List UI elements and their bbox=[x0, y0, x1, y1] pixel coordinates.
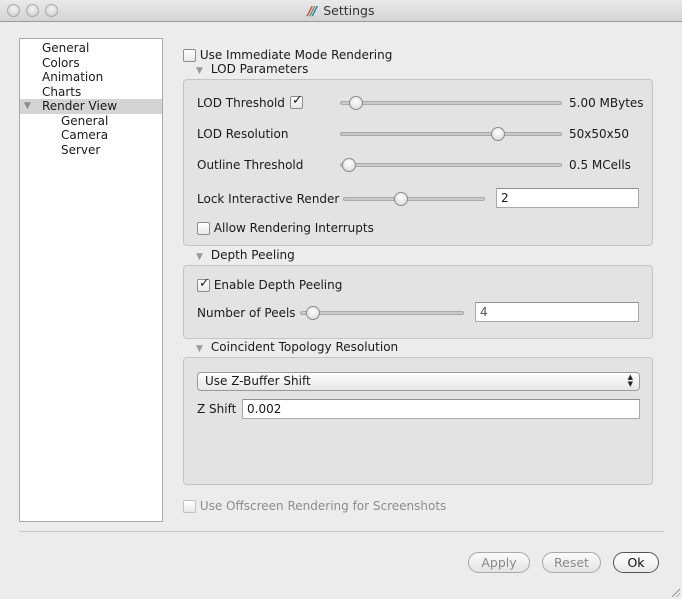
tree-item-server[interactable]: Server bbox=[20, 143, 162, 158]
coincident-topology-group: Use Z-Buffer Shift ▲ ▼ Z Shift 0.002 bbox=[183, 357, 653, 485]
outline-threshold-label: Outline Threshold bbox=[197, 158, 304, 172]
coincident-mode-value: Use Z-Buffer Shift bbox=[205, 374, 311, 388]
allow-interrupts-checkbox[interactable] bbox=[197, 222, 210, 235]
lod-resolution-slider[interactable] bbox=[340, 127, 562, 141]
immediate-mode-option[interactable]: Use Immediate Mode Rendering bbox=[183, 48, 392, 62]
expand-arrow-icon[interactable]: ▼ bbox=[24, 99, 31, 114]
tree-item-animation[interactable]: Animation bbox=[20, 70, 162, 85]
lock-interactive-slider[interactable] bbox=[343, 192, 485, 206]
tree-item-camera[interactable]: Camera bbox=[20, 128, 162, 143]
lock-interactive-label: Lock Interactive Render bbox=[197, 192, 340, 206]
lod-resolution-label: LOD Resolution bbox=[197, 127, 289, 141]
depth-peeling-group: Enable Depth Peeling Number of Peels 4 bbox=[183, 265, 653, 339]
offscreen-rendering-label: Use Offscreen Rendering for Screenshots bbox=[199, 499, 447, 513]
coincident-mode-dropdown[interactable]: Use Z-Buffer Shift ▲ ▼ bbox=[197, 372, 640, 391]
depth-peeling-section-header[interactable]: ▼ Depth Peeling bbox=[196, 248, 295, 262]
up-down-arrows-icon: ▲ ▼ bbox=[627, 373, 633, 388]
coincident-topology-section-header[interactable]: ▼ Coincident Topology Resolution bbox=[196, 340, 398, 354]
slider-thumb[interactable] bbox=[394, 192, 409, 206]
slider-thumb[interactable] bbox=[348, 96, 363, 110]
number-of-peels-input[interactable]: 4 bbox=[475, 302, 639, 322]
footer-separator bbox=[19, 531, 664, 532]
z-shift-label: Z Shift bbox=[197, 402, 237, 416]
tree-item-general[interactable]: General bbox=[20, 41, 162, 56]
window-title: /// Settings bbox=[0, 3, 682, 18]
enable-depth-peeling-option[interactable]: Enable Depth Peeling bbox=[197, 276, 343, 292]
lod-threshold-value: 5.00 MBytes bbox=[569, 96, 644, 110]
number-of-peels-label: Number of Peels bbox=[197, 306, 296, 320]
settings-category-tree[interactable]: General Colors Animation Charts ▼ Render… bbox=[19, 38, 163, 522]
collapse-arrow-icon: ▼ bbox=[196, 344, 203, 354]
offscreen-rendering-checkbox[interactable] bbox=[183, 500, 196, 513]
offscreen-rendering-option[interactable]: Use Offscreen Rendering for Screenshots bbox=[183, 499, 446, 513]
allow-interrupts-option[interactable]: Allow Rendering Interrupts bbox=[197, 221, 374, 235]
slider-thumb[interactable] bbox=[341, 158, 356, 172]
enable-depth-peeling-checkbox[interactable] bbox=[197, 276, 210, 292]
collapse-arrow-icon: ▼ bbox=[196, 66, 203, 76]
slider-thumb[interactable] bbox=[490, 127, 505, 141]
apply-button[interactable]: Apply bbox=[468, 552, 530, 573]
paraview-logo-icon: /// bbox=[307, 3, 317, 18]
lod-threshold-label: LOD Threshold bbox=[197, 96, 285, 110]
tree-item-colors[interactable]: Colors bbox=[20, 56, 162, 71]
immediate-mode-label: Use Immediate Mode Rendering bbox=[199, 48, 393, 62]
tree-item-render-view-general[interactable]: General bbox=[20, 114, 162, 129]
outline-threshold-slider[interactable] bbox=[340, 158, 562, 172]
slider-thumb[interactable] bbox=[306, 306, 321, 320]
outline-threshold-value: 0.5 MCells bbox=[569, 158, 631, 172]
collapse-arrow-icon: ▼ bbox=[196, 252, 203, 262]
lod-threshold-checkbox[interactable] bbox=[290, 93, 303, 109]
lod-threshold-slider[interactable] bbox=[340, 96, 562, 110]
lod-parameters-group: LOD Threshold 5.00 MBytes LOD Resolution… bbox=[183, 79, 653, 246]
z-shift-input[interactable]: 0.002 bbox=[242, 399, 640, 419]
number-of-peels-slider[interactable] bbox=[300, 306, 464, 320]
window-title-text: Settings bbox=[323, 3, 375, 18]
tree-item-charts[interactable]: Charts bbox=[20, 85, 162, 100]
lod-section-header[interactable]: ▼ LOD Parameters bbox=[196, 62, 308, 76]
reset-button[interactable]: Reset bbox=[542, 552, 601, 573]
ok-button[interactable]: Ok bbox=[613, 552, 659, 573]
resize-grip-icon[interactable] bbox=[670, 587, 680, 597]
enable-depth-peeling-label: Enable Depth Peeling bbox=[213, 278, 343, 292]
lock-interactive-input[interactable]: 2 bbox=[496, 188, 639, 208]
immediate-mode-checkbox[interactable] bbox=[183, 49, 196, 62]
lod-resolution-value: 50x50x50 bbox=[569, 127, 630, 141]
allow-interrupts-label: Allow Rendering Interrupts bbox=[213, 221, 374, 235]
tree-item-render-view[interactable]: ▼ Render View bbox=[20, 99, 162, 114]
title-bar: /// Settings bbox=[0, 0, 682, 22]
